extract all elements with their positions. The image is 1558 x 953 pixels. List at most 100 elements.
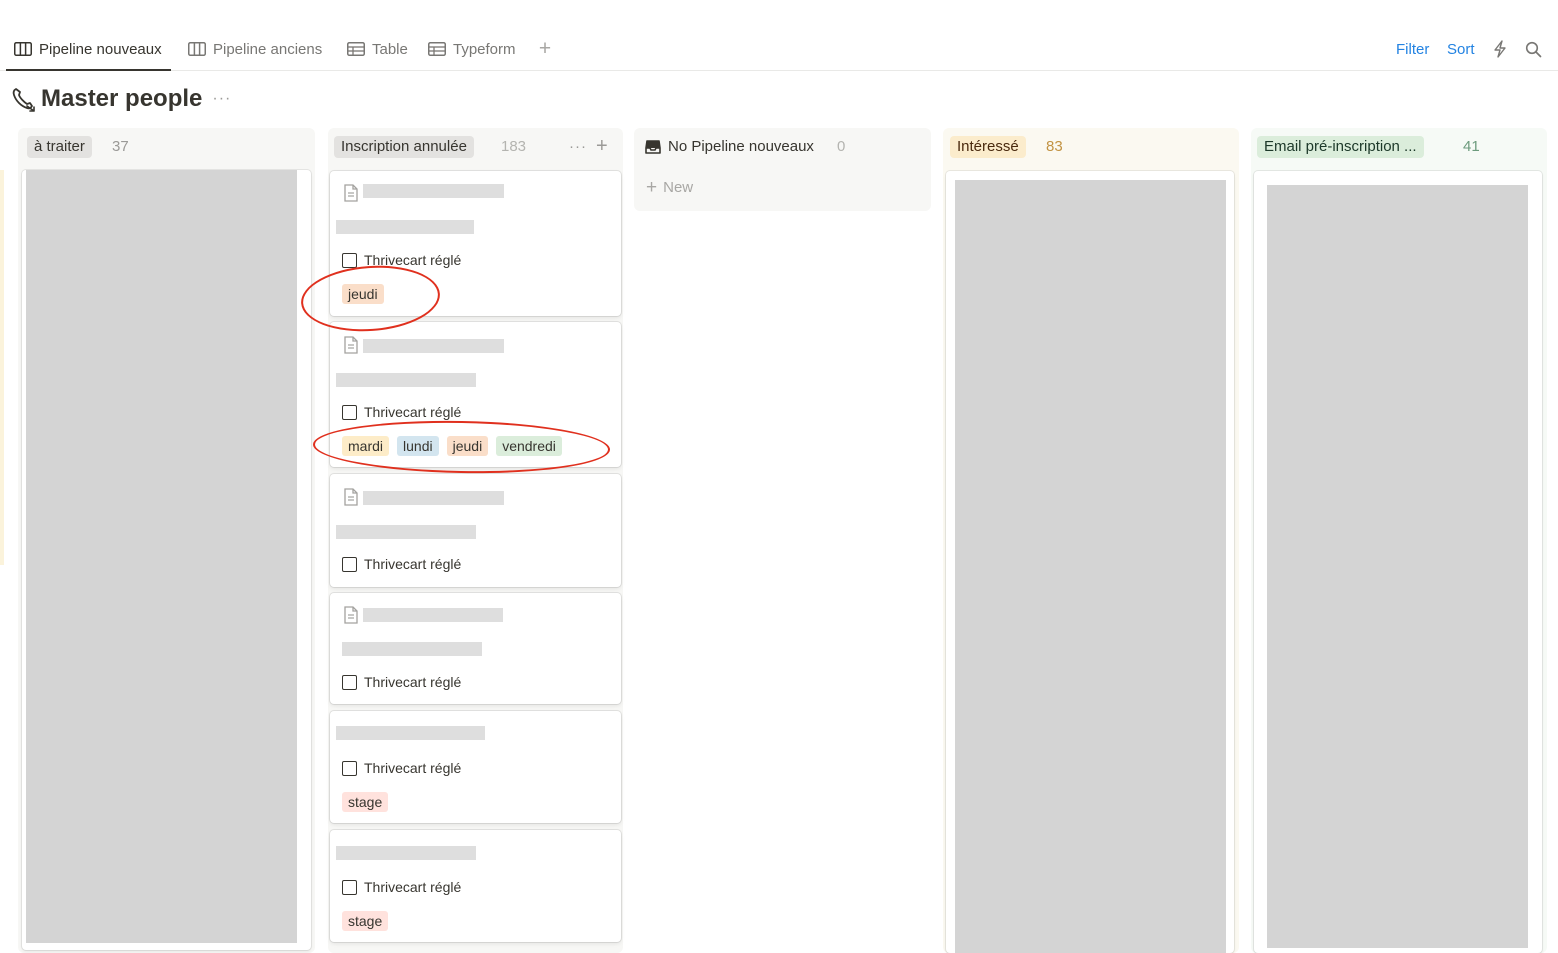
redacted-property — [336, 220, 474, 234]
tag: stage — [342, 911, 389, 931]
checkbox-label: Thrivecart réglé — [364, 252, 462, 268]
column-count: 41 — [1463, 138, 1480, 155]
tag: vendredi — [496, 436, 562, 456]
checkbox[interactable] — [342, 252, 357, 268]
new-label: New — [663, 178, 694, 196]
add-view-button[interactable]: + — [536, 38, 554, 60]
redacted-title — [363, 184, 504, 198]
page-title: Master people — [41, 85, 203, 112]
sort-button[interactable]: Sort — [1447, 28, 1475, 70]
column-email-pre-inscription: Email pré-inscription ... 41 — [1251, 128, 1547, 953]
kanban-card[interactable]: Thrivecart réglé jeudi — [330, 171, 621, 316]
redacted-title — [363, 491, 504, 505]
redacted-property — [342, 642, 482, 656]
column-name[interactable]: Intéressé — [950, 136, 1026, 158]
kanban-card[interactable]: Thrivecart réglé mardi lundi jeudi vendr… — [330, 322, 621, 467]
column-interesse: Intéressé 83 — [943, 128, 1239, 953]
search-icon — [1525, 41, 1542, 57]
column-more-icon[interactable]: ··· — [569, 136, 587, 158]
column-count: 183 — [501, 138, 527, 155]
checkbox-label: Thrivecart réglé — [364, 879, 462, 895]
table-icon — [347, 42, 365, 56]
board-icon — [188, 42, 206, 56]
tag: jeudi — [446, 436, 489, 456]
redacted-content — [26, 170, 297, 943]
tab-table[interactable]: Table — [347, 28, 408, 70]
sort-label: Sort — [1447, 40, 1475, 58]
redacted-property — [336, 373, 476, 387]
tag-list: stage — [342, 911, 389, 931]
redacted-title — [336, 846, 476, 860]
page-icon — [344, 184, 358, 202]
tab-label: Pipeline anciens — [213, 40, 323, 58]
kanban-card[interactable]: Thrivecart réglé — [330, 593, 621, 704]
tag: lundi — [397, 436, 439, 456]
column-count: 83 — [1046, 138, 1063, 155]
column-name[interactable]: No Pipeline nouveaux — [668, 136, 814, 158]
column-name[interactable]: Email pré-inscription ... — [1257, 136, 1424, 158]
checkbox[interactable] — [342, 879, 357, 895]
checkbox[interactable] — [342, 556, 357, 572]
new-card-button[interactable]: + New — [646, 176, 693, 198]
redacted-content — [955, 180, 1226, 953]
search-button[interactable] — [1525, 28, 1542, 70]
page-header: Master people ··· — [10, 82, 231, 116]
column-header: Email pré-inscription ... 41 — [1251, 128, 1547, 166]
checkbox[interactable] — [342, 760, 357, 776]
tag-list: mardi lundi jeudi vendredi — [342, 436, 562, 456]
offscreen-column-edge — [0, 170, 4, 565]
checkbox-label: Thrivecart réglé — [364, 556, 462, 572]
page-icon — [344, 606, 358, 624]
column-add-icon[interactable]: + — [596, 134, 608, 158]
tag: jeudi — [342, 284, 384, 304]
redacted-title — [363, 608, 503, 622]
column-name[interactable]: à traiter — [27, 136, 92, 158]
checkbox-label: Thrivecart réglé — [364, 404, 462, 420]
inbox-icon — [645, 140, 661, 154]
thrivecart-checkbox-row: Thrivecart réglé — [342, 251, 461, 269]
checkbox-label: Thrivecart réglé — [364, 760, 462, 776]
redacted-property — [336, 525, 476, 539]
kanban-card[interactable]: Thrivecart réglé — [330, 474, 621, 587]
tab-label: Pipeline nouveaux — [39, 40, 162, 58]
filter-label: Filter — [1396, 40, 1430, 58]
column-count: 37 — [112, 138, 129, 155]
filter-button[interactable]: Filter — [1396, 28, 1429, 70]
column-header: Intéressé 83 — [943, 128, 1239, 166]
tag: stage — [342, 792, 389, 812]
column-inscription-annulee: Inscription annulée 183 ··· + Thrivecart… — [328, 128, 623, 953]
column-header: Inscription annulée 183 ··· + — [328, 128, 623, 166]
column-count: 0 — [837, 138, 846, 155]
tab-label: Table — [372, 40, 408, 58]
page-icon — [344, 488, 358, 506]
column-header: à traiter 37 — [18, 128, 315, 166]
thrivecart-checkbox-row: Thrivecart réglé — [342, 878, 461, 896]
tab-typeform[interactable]: Typeform — [428, 28, 516, 70]
kanban-card[interactable]: Thrivecart réglé stage — [330, 711, 621, 823]
view-tab-bar: Pipeline nouveaux Pipeline anciens Table… — [0, 28, 1558, 71]
board-icon — [14, 42, 32, 56]
column-header: No Pipeline nouveaux 0 — [634, 128, 931, 166]
column-name[interactable]: Inscription annulée — [334, 136, 474, 158]
tag: mardi — [342, 436, 390, 456]
tab-pipeline-nouveaux[interactable]: Pipeline nouveaux — [6, 28, 171, 71]
checkbox[interactable] — [342, 404, 357, 420]
column-a-traiter: à traiter 37 — [18, 128, 315, 953]
thrivecart-checkbox-row: Thrivecart réglé — [342, 759, 461, 777]
checkbox-label: Thrivecart réglé — [364, 674, 462, 690]
lightning-icon — [1494, 40, 1506, 58]
plus-icon: + — [646, 176, 658, 198]
thrivecart-checkbox-row: Thrivecart réglé — [342, 555, 461, 573]
tag-list: stage — [342, 792, 389, 812]
kanban-card[interactable]: Thrivecart réglé stage — [330, 830, 621, 942]
redacted-title — [336, 726, 485, 740]
telephone-icon — [10, 85, 38, 113]
thrivecart-checkbox-row: Thrivecart réglé — [342, 403, 461, 421]
column-no-pipeline: No Pipeline nouveaux 0 + New — [634, 128, 931, 211]
redacted-content — [1267, 185, 1528, 948]
tab-pipeline-anciens[interactable]: Pipeline anciens — [188, 28, 322, 70]
tab-label: Typeform — [453, 40, 516, 58]
checkbox[interactable] — [342, 674, 357, 690]
automation-button[interactable] — [1493, 28, 1507, 70]
more-options-icon[interactable]: ··· — [212, 90, 231, 108]
